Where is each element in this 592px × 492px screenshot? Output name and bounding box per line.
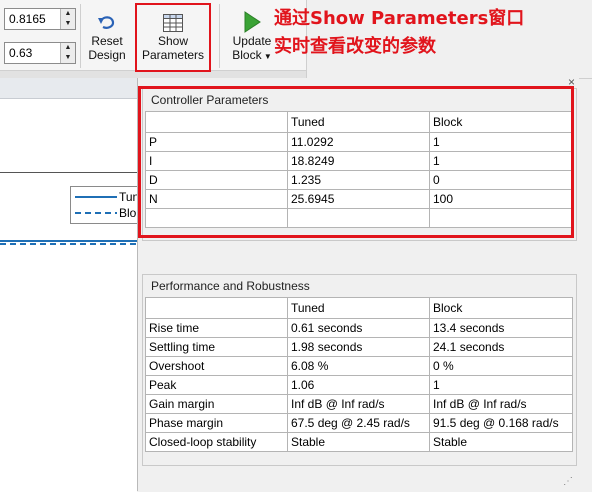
resize-grip-icon[interactable]: ⋰	[563, 476, 573, 487]
table-header-row: Tuned Block	[145, 297, 573, 319]
table-row: Peak 1.06 1	[145, 375, 573, 395]
spin-input-2[interactable]: 0.63 ▲ ▼	[4, 42, 76, 64]
table-cell: Gain margin	[145, 394, 288, 414]
reset-label-1: Reset	[91, 34, 123, 48]
header-cell: Block	[429, 297, 573, 319]
controller-params-highlight	[138, 86, 574, 238]
update-label-1: Update	[232, 34, 272, 48]
table-row: Phase margin 67.5 deg @ 2.45 rad/s 91.5 …	[145, 413, 573, 433]
table-cell: Phase margin	[145, 413, 288, 433]
update-block-button[interactable]: Update Block ▼	[226, 6, 278, 64]
table-cell: 1.98 seconds	[287, 337, 430, 357]
table-cell: 6.08 %	[287, 356, 430, 376]
play-icon	[226, 6, 278, 34]
legend-label-block: Blo	[119, 206, 137, 220]
table-cell: 91.5 deg @ 0.168 rad/s	[429, 413, 573, 433]
table-cell: Overshoot	[145, 356, 288, 376]
table-cell: 24.1 seconds	[429, 337, 573, 357]
plot-tab-bar	[0, 78, 137, 99]
table-cell: Stable	[287, 432, 430, 452]
performance-table: Tuned Block Rise time 0.61 seconds 13.4 …	[145, 297, 573, 452]
show-parameters-button[interactable]: Show Parameters	[139, 6, 207, 62]
toolstrip-separator	[80, 4, 81, 68]
table-row: Gain margin Inf dB @ Inf rad/s Inf dB @ …	[145, 394, 573, 414]
table-row: Rise time 0.61 seconds 13.4 seconds	[145, 318, 573, 338]
spin-down-icon[interactable]: ▼	[61, 53, 75, 63]
table-row: Settling time 1.98 seconds 24.1 seconds	[145, 337, 573, 357]
table-icon	[139, 6, 207, 34]
header-cell: Tuned	[287, 297, 430, 319]
table-cell: Inf dB @ Inf rad/s	[429, 394, 573, 414]
table-cell: 1.06	[287, 375, 430, 395]
spin-input-1-value[interactable]: 0.8165	[9, 12, 46, 26]
spin-input-1-arrows[interactable]: ▲ ▼	[60, 9, 75, 29]
table-cell: 67.5 deg @ 2.45 rad/s	[287, 413, 430, 433]
plot-legend: Tun Blo	[70, 186, 139, 224]
annotation-line-1: 通过Show Parameters窗口	[274, 8, 525, 29]
update-label-2: Block	[232, 48, 262, 62]
table-cell: Closed-loop stability	[145, 432, 288, 452]
spin-input-2-arrows[interactable]: ▲ ▼	[60, 43, 75, 63]
spin-up-icon[interactable]: ▲	[61, 43, 75, 53]
table-row: Closed-loop stability Stable Stable	[145, 432, 573, 452]
undo-icon	[82, 6, 132, 34]
reset-label-2: Design	[88, 48, 126, 62]
header-cell	[145, 297, 288, 319]
table-cell: Rise time	[145, 318, 288, 338]
show-label-2: Parameters	[141, 48, 205, 62]
toolstrip-separator	[219, 4, 220, 68]
reset-design-button[interactable]: Reset Design	[82, 6, 132, 62]
table-row: Overshoot 6.08 % 0 %	[145, 356, 573, 376]
show-label-1: Show	[157, 34, 189, 48]
performance-title: Performance and Robustness	[151, 279, 310, 293]
plot-response-lines	[0, 240, 137, 245]
annotation-line-2: 实时查看改变的参数	[274, 36, 436, 57]
table-cell: Stable	[429, 432, 573, 452]
legend-swatches	[75, 196, 117, 214]
table-cell: 1	[429, 375, 573, 395]
spin-down-icon[interactable]: ▼	[61, 19, 75, 29]
table-cell: Settling time	[145, 337, 288, 357]
table-cell: 0.61 seconds	[287, 318, 430, 338]
spin-up-icon[interactable]: ▲	[61, 9, 75, 19]
update-label-2-row: Block ▼	[226, 48, 278, 64]
dropdown-arrow-icon[interactable]: ▼	[262, 52, 272, 61]
performance-group: Performance and Robustness Tuned Block R…	[142, 274, 577, 466]
spin-input-2-value[interactable]: 0.63	[9, 46, 32, 60]
table-cell: 13.4 seconds	[429, 318, 573, 338]
table-cell: Peak	[145, 375, 288, 395]
spin-input-1[interactable]: 0.8165 ▲ ▼	[4, 8, 76, 30]
table-cell: 0 %	[429, 356, 573, 376]
table-cell: Inf dB @ Inf rad/s	[287, 394, 430, 414]
